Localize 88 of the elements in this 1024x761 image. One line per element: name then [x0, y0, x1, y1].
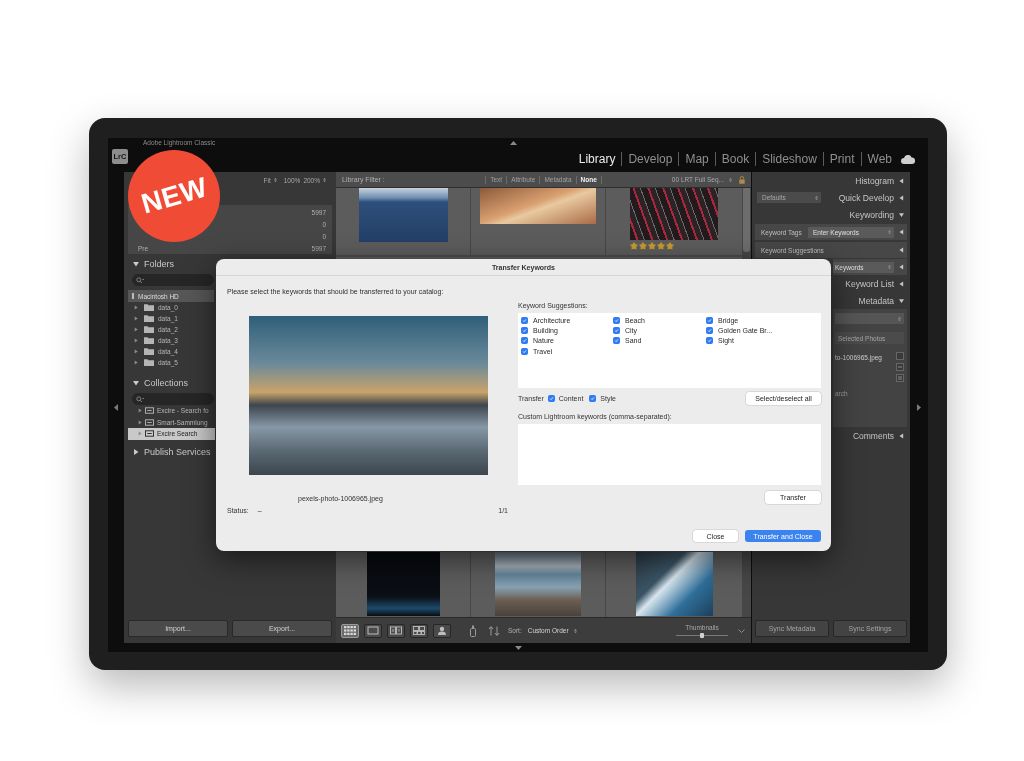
panel-header[interactable]: Metadata: [858, 295, 907, 306]
star-icon[interactable]: [639, 242, 647, 250]
collection-icon: [145, 407, 154, 415]
down-triangle-icon[interactable]: [514, 645, 522, 650]
square-button-icon[interactable]: [896, 363, 904, 371]
grid-icon: [344, 626, 356, 635]
panel-header[interactable]: Keywording: [849, 209, 907, 220]
two-frames-icon: [390, 626, 402, 635]
checkbox[interactable]: [521, 347, 528, 355]
panel-header[interactable]: Publish Services: [128, 447, 211, 457]
disclosure-triangle-icon[interactable]: [134, 305, 138, 310]
panel-header[interactable]: Histogram: [855, 175, 907, 186]
panel-header[interactable]: Quick Develop: [838, 192, 907, 203]
disclosure-triangle-icon[interactable]: [134, 316, 138, 321]
disclosure-triangle-icon[interactable]: [134, 360, 138, 365]
spray-can-icon[interactable]: [470, 624, 476, 637]
checkbox[interactable]: [521, 316, 528, 324]
square-button-icon[interactable]: [896, 352, 904, 360]
new-badge: NEW: [128, 150, 220, 242]
module-tab[interactable]: Map: [678, 152, 709, 166]
panel-header[interactable]: Collections: [128, 377, 189, 388]
search-icon: [136, 395, 144, 403]
caret-down-icon[interactable]: [738, 628, 745, 633]
module-tab[interactable]: Library: [578, 152, 616, 166]
view-mode-button[interactable]: [410, 623, 428, 638]
view-mode-button[interactable]: [387, 623, 405, 638]
collection-icon: [145, 418, 154, 426]
checkbox[interactable]: [613, 337, 620, 345]
checkbox[interactable]: [547, 395, 555, 402]
star-icon[interactable]: [666, 242, 674, 250]
single-frame-icon: [367, 626, 379, 635]
sort-arrows-icon[interactable]: [488, 625, 502, 636]
multi-frame-icon: [413, 626, 425, 635]
checkbox[interactable]: [706, 326, 713, 334]
panel-header[interactable]: Folders: [128, 258, 174, 269]
updown-arrows-icon: [573, 627, 577, 634]
disclosure-triangle-icon[interactable]: [138, 431, 142, 437]
updown-arrows-icon: [323, 177, 326, 183]
updown-arrows-icon: [273, 177, 277, 183]
view-mode-button[interactable]: [364, 623, 382, 638]
module-tab[interactable]: Book: [714, 152, 750, 166]
square-button-icon[interactable]: [896, 374, 904, 382]
search-field[interactable]: [132, 393, 214, 405]
module-tab[interactable]: Slideshow: [755, 152, 817, 166]
disclosure-triangle-icon[interactable]: [138, 408, 142, 414]
disclosure-triangle-icon[interactable]: [134, 327, 138, 332]
module-tab[interactable]: Print: [822, 152, 855, 166]
updown-arrows-icon: [729, 176, 732, 183]
collection-icon: [145, 430, 154, 438]
checkbox[interactable]: [706, 337, 713, 345]
checkbox[interactable]: [521, 337, 528, 345]
updown-arrows-icon: [898, 315, 901, 322]
panel-header[interactable]: Keyword List: [845, 278, 907, 289]
slider-thumb[interactable]: [700, 632, 704, 638]
disclosure-triangle-icon[interactable]: [134, 349, 138, 354]
search-icon: [136, 276, 144, 284]
updown-arrows-icon: [815, 194, 818, 201]
view-mode-button[interactable]: [341, 623, 359, 638]
star-icon[interactable]: [630, 242, 638, 250]
disclosure-triangle-icon[interactable]: [138, 419, 142, 425]
search-field[interactable]: [132, 274, 214, 286]
module-tab[interactable]: Web: [860, 152, 892, 166]
disclosure-triangle-icon[interactable]: [134, 338, 138, 343]
checkbox[interactable]: [613, 326, 620, 334]
star-rating[interactable]: [630, 242, 674, 250]
checkbox[interactable]: [613, 316, 620, 324]
checkbox[interactable]: [589, 395, 597, 402]
updown-arrows-icon: [888, 264, 891, 270]
person-icon: [436, 626, 448, 635]
cloud-icon[interactable]: [901, 154, 915, 164]
view-mode-button[interactable]: [433, 623, 451, 638]
up-triangle-icon[interactable]: [510, 141, 517, 145]
left-triangle-icon[interactable]: [899, 264, 904, 270]
right-triangle-icon[interactable]: [917, 404, 921, 411]
scrollbar-thumb[interactable]: [743, 188, 750, 252]
photo-placeholder[interactable]: [635, 552, 713, 616]
updown-arrows-icon: [888, 229, 891, 235]
module-tab[interactable]: Develop: [621, 152, 673, 166]
drive-indicator-icon: [132, 293, 134, 299]
checkbox[interactable]: [706, 316, 713, 324]
star-icon[interactable]: [648, 242, 656, 250]
lock-icon[interactable]: [739, 175, 745, 184]
left-triangle-icon[interactable]: [114, 404, 118, 411]
photo-placeholder[interactable]: [358, 188, 448, 242]
checkbox[interactable]: [521, 326, 528, 334]
left-triangle-icon[interactable]: [899, 229, 904, 235]
panel-header[interactable]: Comments: [852, 430, 907, 441]
star-icon[interactable]: [657, 242, 665, 250]
